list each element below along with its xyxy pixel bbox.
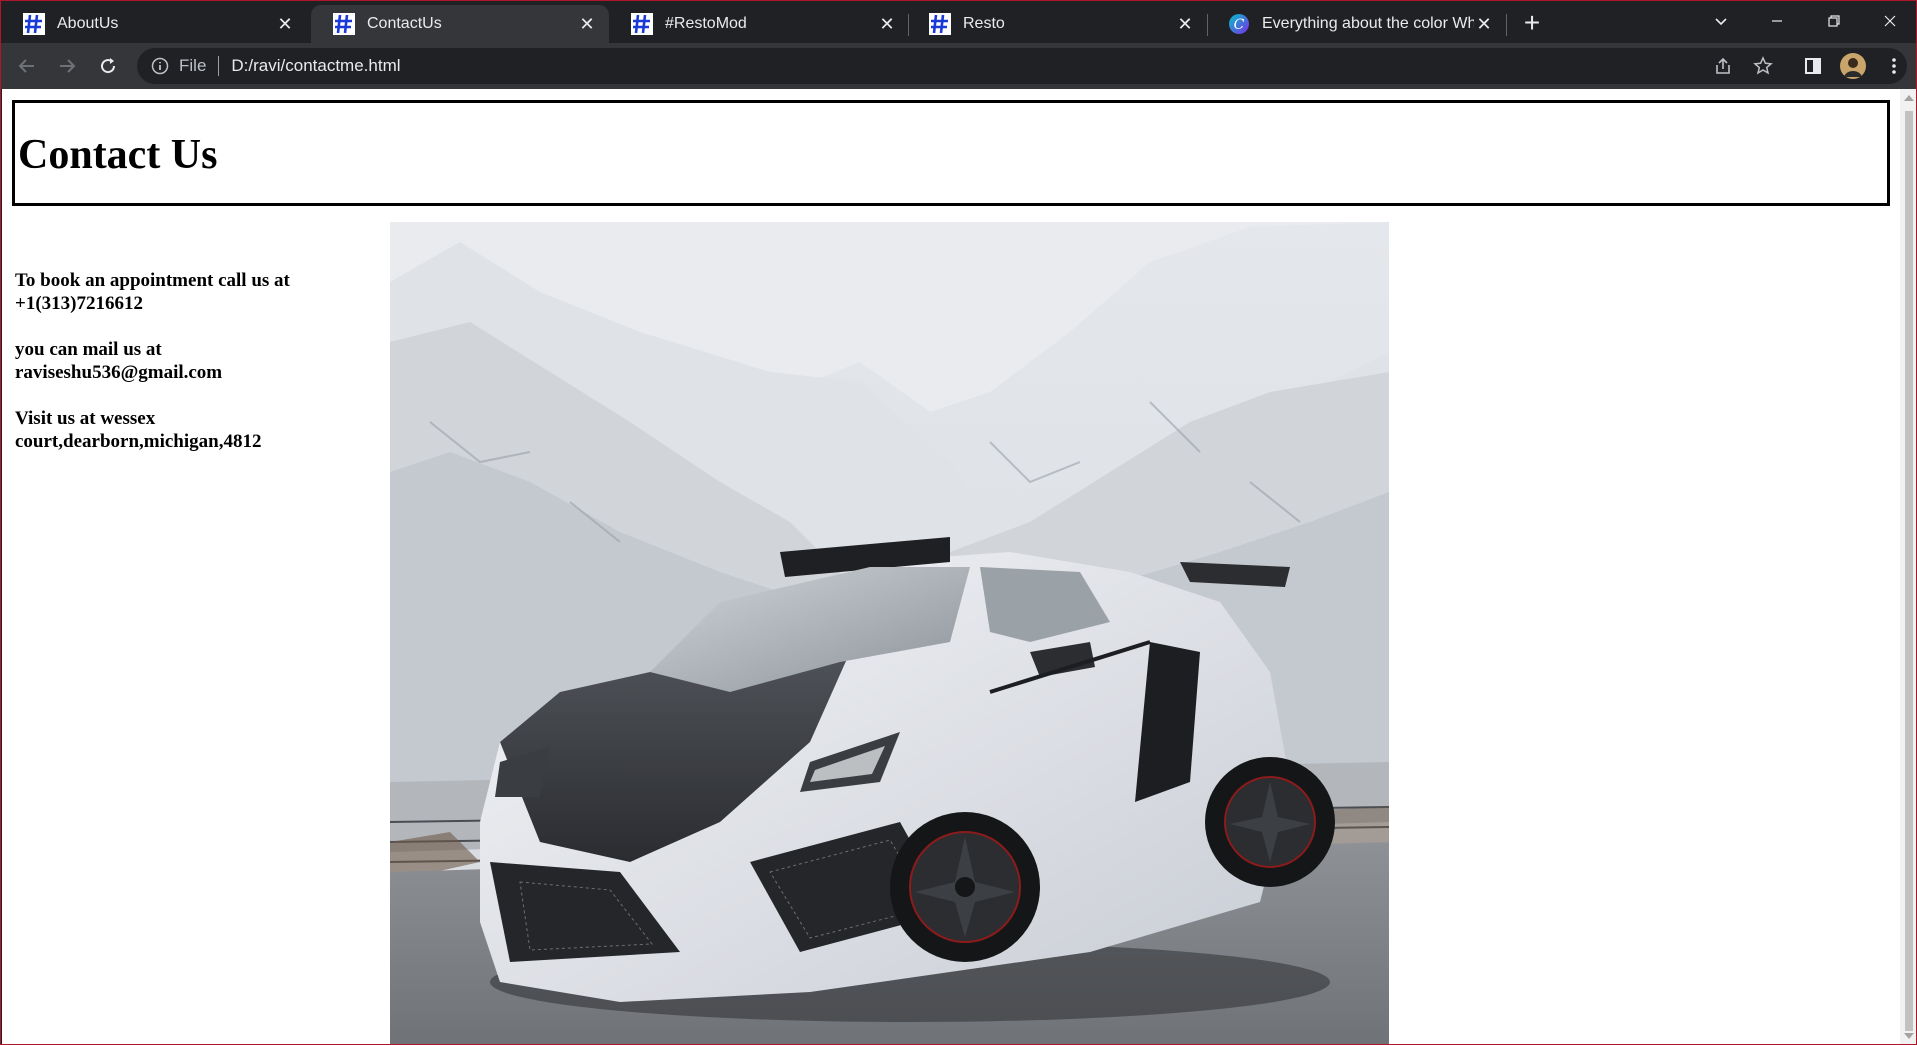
- tab-aboutus[interactable]: AboutUs ✕: [1, 5, 307, 43]
- phone-block: To book an appointment call us at +1(313…: [15, 269, 335, 315]
- profile-button[interactable]: [1839, 52, 1867, 80]
- share-button[interactable]: [1709, 52, 1737, 80]
- address-block: Visit us at wessex court,dearborn,michig…: [15, 407, 335, 453]
- url-text[interactable]: D:/ravi/contactme.html: [231, 56, 400, 76]
- site-info-chip[interactable]: File: [151, 56, 206, 76]
- vertical-scrollbar[interactable]: [1900, 89, 1916, 1044]
- reload-button[interactable]: [92, 50, 124, 82]
- browser-window: AboutUs ✕ ContactUs ✕ #RestoMod ✕ Resto …: [0, 0, 1917, 1045]
- tab-contactus[interactable]: ContactUs ✕: [311, 5, 609, 43]
- minimize-button[interactable]: [1749, 1, 1805, 41]
- reload-icon: [101, 58, 116, 74]
- tab-title: ContactUs: [367, 15, 442, 32]
- tab-title: Resto: [963, 15, 1005, 32]
- close-icon[interactable]: ✕: [877, 14, 897, 34]
- car-image: [390, 222, 1389, 1044]
- hash-icon: [929, 13, 951, 35]
- omnibox-divider: [218, 56, 220, 76]
- close-window-button[interactable]: [1862, 1, 1916, 41]
- tab-restomod[interactable]: #RestoMod ✕: [609, 5, 909, 43]
- tab-title: #RestoMod: [665, 15, 747, 32]
- close-icon[interactable]: ✕: [577, 14, 597, 34]
- restore-icon: [1828, 15, 1840, 27]
- close-icon[interactable]: ✕: [1175, 14, 1195, 34]
- tab-color-white[interactable]: C Everything about the color White ✕: [1206, 5, 1506, 43]
- tab-resto[interactable]: Resto ✕: [907, 5, 1207, 43]
- arrow-left-icon: [18, 59, 34, 73]
- contact-info: To book an appointment call us at +1(313…: [15, 269, 335, 476]
- kebab-menu-icon: [1892, 58, 1896, 74]
- restore-button[interactable]: [1806, 1, 1862, 41]
- phone-line: To book an appointment call us at: [15, 270, 290, 291]
- side-panel-button[interactable]: [1799, 52, 1827, 80]
- browser-toolbar: File D:/ravi/contactme.html: [1, 43, 1916, 89]
- minimize-icon: [1772, 20, 1782, 22]
- share-icon: [1716, 57, 1730, 74]
- address-bar[interactable]: File D:/ravi/contactme.html: [137, 48, 1907, 84]
- scroll-down-arrow[interactable]: [1904, 1033, 1914, 1039]
- tab-title: AboutUs: [57, 15, 119, 32]
- star-icon: [1753, 56, 1773, 75]
- scroll-up-arrow[interactable]: [1904, 95, 1914, 101]
- back-button[interactable]: [11, 50, 43, 82]
- sports-car-illustration: [390, 222, 1389, 1044]
- bookmark-button[interactable]: [1749, 52, 1777, 80]
- tab-separator: [1506, 14, 1507, 36]
- header-box: Contact Us: [12, 100, 1890, 206]
- svg-text:C: C: [1234, 17, 1245, 33]
- email-block: you can mail us at raviseshu536@gmail.co…: [15, 338, 335, 384]
- chevron-down-icon: [1715, 18, 1727, 26]
- mail-line: you can mail us at: [15, 339, 162, 360]
- page-viewport: Contact Us To book an appointment call u…: [2, 89, 1900, 1044]
- arrow-right-icon: [60, 59, 76, 73]
- scroll-thumb[interactable]: [1905, 111, 1913, 1031]
- tab-search-button[interactable]: [1693, 1, 1749, 41]
- close-icon: [1884, 15, 1896, 27]
- side-panel-icon: [1805, 58, 1821, 74]
- info-icon: [151, 57, 169, 75]
- phone-number: +1(313)7216612: [15, 293, 143, 314]
- avatar: [1840, 53, 1866, 79]
- hash-icon: [631, 13, 653, 35]
- new-tab-button[interactable]: +: [1518, 9, 1546, 38]
- close-icon[interactable]: ✕: [275, 14, 295, 34]
- email-address: raviseshu536@gmail.com: [15, 362, 223, 383]
- hash-icon: [333, 13, 355, 35]
- menu-button[interactable]: [1880, 52, 1908, 80]
- canva-icon: C: [1229, 14, 1249, 34]
- scheme-label: File: [179, 56, 207, 75]
- tab-title: Everything about the color White: [1262, 15, 1474, 32]
- close-icon[interactable]: ✕: [1474, 14, 1494, 34]
- page-title: Contact Us: [18, 132, 218, 178]
- visit-line: Visit us at wessex: [15, 408, 156, 429]
- hash-icon: [23, 13, 45, 35]
- address-text: court,dearborn,michigan,4812: [15, 431, 262, 452]
- forward-button[interactable]: [51, 50, 83, 82]
- tab-strip: AboutUs ✕ ContactUs ✕ #RestoMod ✕ Resto …: [1, 1, 1916, 43]
